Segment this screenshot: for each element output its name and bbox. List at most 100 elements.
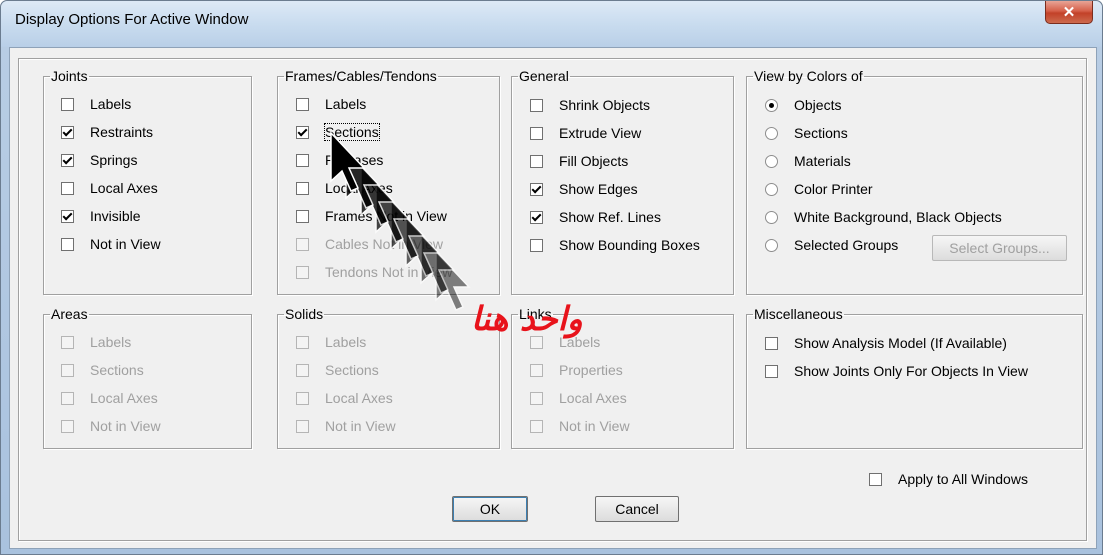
- view-by-colors-legend: View by Colors of: [754, 68, 863, 84]
- general-option[interactable]: Show Edges: [530, 180, 638, 198]
- checkbox[interactable]: [61, 181, 74, 195]
- checkbox[interactable]: [530, 238, 543, 252]
- checkbox-label: Not in View: [90, 418, 161, 434]
- color-option[interactable]: White Background, Black Objects: [765, 208, 1002, 226]
- color-option[interactable]: Sections: [765, 124, 848, 142]
- apply-all-label: Apply to All Windows: [898, 471, 1028, 487]
- checkbox-label: Sections: [90, 362, 144, 378]
- misc-option[interactable]: Show Joints Only For Objects In View: [765, 362, 1028, 380]
- areas-legend: Areas: [51, 306, 88, 322]
- links-option[interactable]: Local Axes: [530, 389, 627, 407]
- radio-button[interactable]: [765, 154, 778, 168]
- solids-option[interactable]: Sections: [296, 361, 379, 379]
- checkbox[interactable]: [61, 391, 74, 405]
- select-groups-button[interactable]: Select Groups...: [932, 235, 1067, 261]
- checkbox[interactable]: [296, 391, 309, 405]
- checkbox-label: Extrude View: [559, 125, 642, 141]
- checkbox-label: Show Analysis Model (If Available): [794, 335, 1007, 351]
- radio-button[interactable]: [765, 238, 778, 252]
- areas-option[interactable]: Labels: [61, 333, 131, 351]
- checkbox[interactable]: [61, 153, 74, 167]
- color-option[interactable]: Materials: [765, 152, 851, 170]
- solids-option[interactable]: Not in View: [296, 417, 396, 435]
- checkbox-label: Properties: [559, 362, 623, 378]
- apply-all-box[interactable]: [869, 472, 882, 486]
- joints-option[interactable]: Springs: [61, 151, 137, 169]
- checkbox-label: Labels: [325, 334, 367, 350]
- cancel-button[interactable]: Cancel: [595, 496, 679, 522]
- checkbox[interactable]: [530, 210, 543, 224]
- checkbox[interactable]: [765, 336, 778, 350]
- checkbox-label: Restraints: [90, 124, 154, 140]
- color-option[interactable]: Selected Groups: [765, 236, 898, 254]
- joints-option[interactable]: Restraints: [61, 123, 153, 141]
- apply-all-checkbox[interactable]: Apply to All Windows: [869, 470, 1028, 488]
- areas-option[interactable]: Local Axes: [61, 389, 158, 407]
- joints-option[interactable]: Local Axes: [61, 179, 158, 197]
- areas-option[interactable]: Not in View: [61, 417, 161, 435]
- checkbox[interactable]: [296, 419, 309, 433]
- window-title: Display Options For Active Window: [15, 11, 249, 28]
- joints-option[interactable]: Not in View: [61, 235, 161, 253]
- annotation-text: واحد هنا: [471, 299, 583, 338]
- solids-option[interactable]: Labels: [296, 333, 366, 351]
- links-option[interactable]: Not in View: [530, 417, 630, 435]
- checkbox[interactable]: [530, 154, 543, 168]
- general-option[interactable]: Show Ref. Lines: [530, 208, 661, 226]
- joints-legend: Joints: [51, 68, 88, 84]
- checkbox[interactable]: [296, 363, 309, 377]
- radio-label: Objects: [794, 97, 842, 113]
- checkbox[interactable]: [530, 419, 543, 433]
- checkbox-label: Springs: [90, 152, 138, 168]
- checkbox[interactable]: [530, 126, 543, 140]
- areas-option[interactable]: Sections: [61, 361, 144, 379]
- radio-button[interactable]: [765, 182, 778, 196]
- checkbox[interactable]: [296, 335, 309, 349]
- checkbox[interactable]: [61, 335, 74, 349]
- title-bar[interactable]: Display Options For Active Window ✕: [1, 1, 1102, 47]
- checkbox[interactable]: [296, 97, 309, 111]
- checkbox[interactable]: [61, 363, 74, 377]
- checkbox-label: Show Joints Only For Objects In View: [794, 363, 1028, 379]
- checkbox-label: Invisible: [90, 208, 141, 224]
- joints-option[interactable]: Labels: [61, 95, 131, 113]
- links-option[interactable]: Properties: [530, 361, 623, 379]
- radio-label: Sections: [794, 125, 848, 141]
- checkbox[interactable]: [530, 98, 543, 112]
- general-option[interactable]: Extrude View: [530, 124, 641, 142]
- checkbox[interactable]: [61, 97, 74, 111]
- mouse-pointer-icon: [330, 131, 471, 311]
- radio-button[interactable]: [765, 210, 778, 224]
- general-option[interactable]: Fill Objects: [530, 152, 628, 170]
- checkbox-label: Not in View: [90, 236, 161, 252]
- color-option[interactable]: Objects: [765, 96, 841, 114]
- general-option[interactable]: Show Bounding Boxes: [530, 236, 700, 254]
- radio-label: Selected Groups: [794, 237, 899, 253]
- checkbox[interactable]: [61, 125, 74, 139]
- checkbox[interactable]: [61, 237, 74, 251]
- close-button[interactable]: ✕: [1045, 1, 1093, 24]
- radio-label: Color Printer: [794, 181, 873, 197]
- checkbox-label: Not in View: [325, 418, 396, 434]
- checkbox[interactable]: [765, 364, 778, 378]
- ok-button[interactable]: OK: [452, 496, 528, 522]
- checkbox[interactable]: [530, 391, 543, 405]
- checkbox-label: Local Axes: [559, 390, 627, 406]
- joints-option[interactable]: Invisible: [61, 207, 141, 225]
- checkbox[interactable]: [61, 419, 74, 433]
- radio-button[interactable]: [765, 98, 778, 112]
- checkbox[interactable]: [530, 363, 543, 377]
- checkbox-label: Labels: [90, 96, 132, 112]
- radio-button[interactable]: [765, 126, 778, 140]
- solids-option[interactable]: Local Axes: [296, 389, 393, 407]
- checkbox[interactable]: [61, 209, 74, 223]
- dialog-window: Display Options For Active Window ✕ Join…: [0, 0, 1103, 555]
- checkbox-label: Not in View: [559, 418, 630, 434]
- checkbox[interactable]: [530, 182, 543, 196]
- general-option[interactable]: Shrink Objects: [530, 96, 650, 114]
- checkbox-label: Labels: [90, 334, 132, 350]
- checkbox-label: Fill Objects: [559, 153, 629, 169]
- checkbox-label: Local Axes: [90, 390, 158, 406]
- color-option[interactable]: Color Printer: [765, 180, 873, 198]
- misc-option[interactable]: Show Analysis Model (If Available): [765, 334, 1007, 352]
